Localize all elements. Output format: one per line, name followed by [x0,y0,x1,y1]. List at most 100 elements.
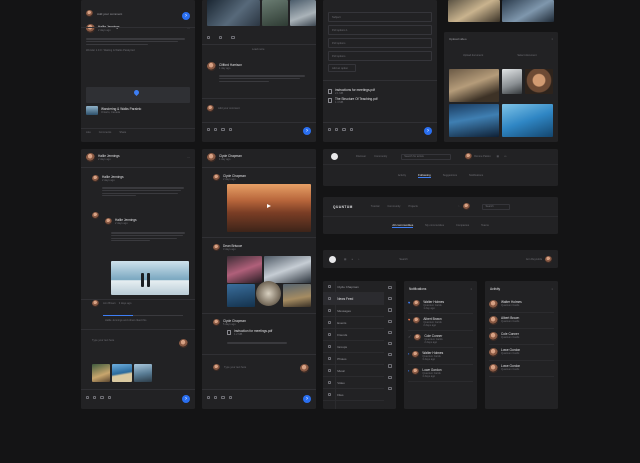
activity-item[interactable]: Albert Brown Quantum Cards [489,313,554,329]
poll-option[interactable]: Poll options [328,38,432,48]
avatar[interactable] [92,212,99,219]
nav-projects[interactable]: Projects [408,205,417,208]
video-icon[interactable] [388,375,392,379]
post-image[interactable] [256,281,281,306]
tab-companies[interactable]: Companies [456,224,469,227]
photo-icon[interactable] [388,353,392,357]
notification-item[interactable]: ♥ Walter Holmes Quantum Cards 1 day ago [408,297,473,314]
post-image[interactable] [264,256,311,283]
avatar[interactable] [545,255,552,263]
file-item[interactable]: The Structure Of Teaching.pdf 1.4 MB [328,97,432,104]
emoji-icon[interactable] [214,128,218,132]
search-input[interactable]: Search for artists [401,153,452,160]
add-option-button[interactable]: Add an option [328,64,356,72]
reply-image[interactable] [111,261,189,295]
emoji-icon[interactable] [214,396,218,400]
post-image[interactable] [290,0,316,26]
avatar[interactable] [86,24,95,33]
upload-document-button[interactable]: Upload document [449,51,497,59]
attached-image[interactable] [134,364,152,382]
activity-item[interactable]: Cole Conner Quantum Cards [489,329,554,345]
search-input[interactable]: Search [482,203,511,210]
avatar[interactable] [465,153,473,160]
user-name[interactable]: Dionne Patton [474,155,490,158]
avatar[interactable] [92,300,99,307]
video-thumbnail[interactable] [449,104,499,137]
image-icon[interactable] [221,128,225,132]
emoji-icon[interactable] [335,128,339,132]
avatar[interactable] [463,203,471,210]
file-item[interactable]: instructions for meetings.pdf 2.1 MB [328,88,432,95]
post-image[interactable] [262,0,288,26]
attachment-item[interactable]: instruction for meetings.pdf 1.2 MB [227,329,272,336]
send-button[interactable]: › [424,127,432,135]
comments-button[interactable]: Comments [99,131,112,134]
avatar[interactable] [86,153,95,162]
activity-item[interactable]: Lowe Gordon Quantum Cards [489,361,554,377]
select-document-button[interactable]: Select document [503,51,551,59]
location-icon[interactable] [228,396,232,400]
activity-item[interactable]: Lowe Gordon Quantum Cards [489,345,554,361]
attached-image[interactable] [112,364,132,382]
poll-option[interactable]: Subject [328,12,432,22]
logo-icon[interactable] [329,255,336,263]
video-thumbnail[interactable] [502,69,522,94]
video-thumbnail[interactable] [525,69,553,94]
location-icon[interactable] [107,396,111,400]
poll-option[interactable]: Poll options [328,51,432,61]
like-icon[interactable] [207,36,211,40]
nav-community[interactable]: Community [374,155,387,158]
message-icon[interactable] [388,308,392,312]
bell-icon[interactable]: ◔ [458,205,460,208]
post-image[interactable] [227,284,255,307]
calendar-icon[interactable] [388,319,392,323]
notification-item[interactable]: ▪ Lowe Gordon Quantum Cards 4 days ago [408,365,473,382]
play-icon[interactable] [267,204,271,208]
feed-icon[interactable] [388,297,392,301]
notification-item[interactable]: ♥ Albert Brown Quantum Cards 2 days ago [408,314,473,331]
text-input[interactable]: Type your text here [224,366,246,369]
poll-option[interactable]: Poll options 1 [328,25,432,35]
close-icon[interactable]: × [551,38,553,41]
avatar[interactable] [207,153,216,162]
video-post-image[interactable] [227,184,311,232]
send-button[interactable]: › [182,12,190,20]
list-icon[interactable]: ≡ [351,258,353,261]
avatar[interactable] [213,244,220,251]
poll-icon[interactable] [349,128,353,132]
groups-icon[interactable] [388,341,392,346]
video-thumbnail[interactable] [502,104,553,137]
add-comment-input[interactable]: Add your comment [218,107,240,110]
send-button[interactable]: › [303,127,311,135]
settings-icon[interactable] [388,386,392,390]
quantum-logo[interactable]: QUANTUM [333,205,353,209]
close-icon[interactable]: × [551,288,553,291]
avatar[interactable] [207,62,216,71]
commenter-name[interactable]: Ann Brown [103,302,116,305]
comment-icon[interactable] [219,36,223,40]
logo-icon[interactable] [331,153,338,160]
attach-icon[interactable] [328,128,332,132]
send-button[interactable]: › [182,395,190,403]
like-button[interactable]: Like [86,131,91,134]
gallery-image[interactable] [448,0,500,22]
post-image[interactable] [227,256,262,283]
nav-tutorial[interactable]: Tutorial [371,205,380,208]
nav-discover[interactable]: Discover [356,155,366,158]
load-more-button[interactable]: Load more [252,48,264,51]
map-preview[interactable] [86,87,190,103]
share-icon[interactable] [231,36,235,40]
avatar[interactable] [92,175,99,182]
tab-my-communities[interactable]: My communities [425,224,444,227]
friends-icon[interactable] [388,330,392,334]
attach-icon[interactable] [86,396,90,400]
tab-all-communities[interactable]: All communities [392,223,414,228]
nav-community[interactable]: Community [387,205,400,208]
activity-item[interactable]: Walter Holmes Quantum Cards [489,297,554,313]
video-thumbnail[interactable] [449,69,499,102]
search-input[interactable]: Search [399,258,407,261]
avatar[interactable] [213,174,220,181]
share-button[interactable]: Share [119,131,126,134]
avatar[interactable] [105,218,112,225]
location-icon[interactable] [228,128,232,132]
